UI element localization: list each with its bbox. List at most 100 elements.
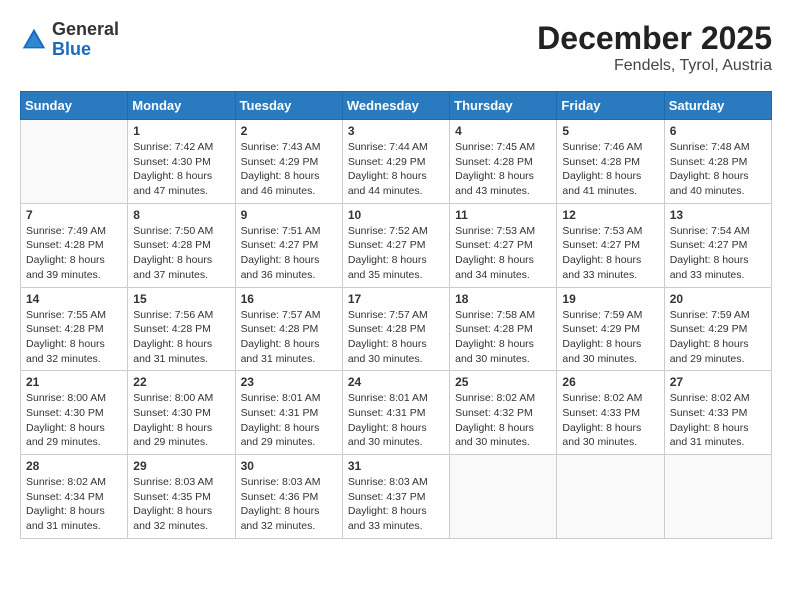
calendar-cell: 8Sunrise: 7:50 AMSunset: 4:28 PMDaylight… [128,203,235,287]
cell-info-line: and 41 minutes. [562,184,658,199]
calendar-cell: 19Sunrise: 7:59 AMSunset: 4:29 PMDayligh… [557,287,664,371]
cell-info-line: and 32 minutes. [241,519,337,534]
cell-info-line: Sunset: 4:34 PM [26,490,122,505]
logo-blue-text: Blue [52,40,119,60]
logo-general-text: General [52,20,119,40]
cell-info-line: Sunrise: 7:42 AM [133,140,229,155]
weekday-header: Friday [557,92,664,120]
weekday-header: Wednesday [342,92,449,120]
cell-info-line: Sunset: 4:29 PM [670,322,766,337]
day-number: 18 [455,292,551,306]
calendar-cell: 15Sunrise: 7:56 AMSunset: 4:28 PMDayligh… [128,287,235,371]
month-year: December 2025 [537,20,772,57]
day-number: 9 [241,208,337,222]
cell-info-line: Daylight: 8 hours [241,337,337,352]
cell-info-line: Daylight: 8 hours [455,169,551,184]
cell-info-line: and 30 minutes. [562,435,658,450]
calendar-cell: 17Sunrise: 7:57 AMSunset: 4:28 PMDayligh… [342,287,449,371]
cell-info-line: Daylight: 8 hours [26,421,122,436]
cell-info-line: and 47 minutes. [133,184,229,199]
cell-info-line: Sunset: 4:28 PM [26,322,122,337]
cell-info-line: Sunrise: 7:56 AM [133,308,229,323]
cell-info-line: Sunrise: 8:00 AM [133,391,229,406]
cell-info-line: and 33 minutes. [670,268,766,283]
cell-info-line: Daylight: 8 hours [26,253,122,268]
cell-info-line: Sunrise: 7:57 AM [348,308,444,323]
calendar-cell: 2Sunrise: 7:43 AMSunset: 4:29 PMDaylight… [235,120,342,204]
cell-info-line: and 30 minutes. [348,435,444,450]
cell-info-line: Sunrise: 7:59 AM [670,308,766,323]
cell-info-line: Daylight: 8 hours [670,169,766,184]
cell-info-line: Daylight: 8 hours [562,421,658,436]
cell-info-line: Sunset: 4:28 PM [133,238,229,253]
cell-info-line: Sunrise: 8:01 AM [241,391,337,406]
day-number: 20 [670,292,766,306]
cell-info-line: and 30 minutes. [348,352,444,367]
day-number: 19 [562,292,658,306]
cell-info-line: and 31 minutes. [26,519,122,534]
calendar-cell: 30Sunrise: 8:03 AMSunset: 4:36 PMDayligh… [235,455,342,539]
day-number: 3 [348,124,444,138]
cell-info-line: Daylight: 8 hours [562,169,658,184]
cell-info-line: Sunset: 4:28 PM [455,155,551,170]
cell-info-line: Sunrise: 7:51 AM [241,224,337,239]
calendar-cell: 18Sunrise: 7:58 AMSunset: 4:28 PMDayligh… [450,287,557,371]
day-number: 5 [562,124,658,138]
cell-info-line: and 29 minutes. [26,435,122,450]
day-number: 23 [241,375,337,389]
cell-info-line: Sunset: 4:28 PM [670,155,766,170]
cell-info-line: Sunset: 4:31 PM [241,406,337,421]
calendar-cell: 11Sunrise: 7:53 AMSunset: 4:27 PMDayligh… [450,203,557,287]
cell-info-line: Sunrise: 7:44 AM [348,140,444,155]
cell-info-line: and 39 minutes. [26,268,122,283]
cell-info-line: Daylight: 8 hours [670,253,766,268]
cell-info-line: Sunrise: 7:46 AM [562,140,658,155]
cell-info-line: Sunset: 4:29 PM [241,155,337,170]
cell-info-line: and 43 minutes. [455,184,551,199]
calendar-week-row: 28 Sunrise: 8:02 AMSunset: 4:34 PM Dayligh… [21,455,772,539]
cell-info-line: and 29 minutes. [241,435,337,450]
cell-info-line: Sunrise: 8:00 AM [26,391,122,406]
day-number: 24 [348,375,444,389]
cell-info-line: Sunrise: 7:58 AM [455,308,551,323]
cell-info-line: Sunset: 4:37 PM [348,490,444,505]
cell-info-line: Sunrise: 8:03 AM [241,475,337,490]
weekday-header: Monday [128,92,235,120]
cell-info-line: Sunrise: 8:02 AM [26,475,122,490]
cell-info-line: and 30 minutes. [455,352,551,367]
cell-info-line: Sunset: 4:27 PM [562,238,658,253]
cell-info-line: Sunset: 4:28 PM [241,322,337,337]
cell-info-line: and 30 minutes. [455,435,551,450]
cell-info-line: and 35 minutes. [348,268,444,283]
cell-info-line: Sunrise: 8:03 AM [348,475,444,490]
cell-info-line: Sunrise: 7:52 AM [348,224,444,239]
calendar-cell [664,455,771,539]
calendar-week-row: 1Sunrise: 7:42 AMSunset: 4:30 PMDaylight… [21,120,772,204]
calendar-week-row: 7Sunrise: 7:49 AMSunset: 4:28 PMDaylight… [21,203,772,287]
day-number: 17 [348,292,444,306]
calendar-cell: 1Sunrise: 7:42 AMSunset: 4:30 PMDaylight… [128,120,235,204]
calendar-cell [557,455,664,539]
cell-info-line: Daylight: 8 hours [133,421,229,436]
day-number: 28 [26,459,122,473]
cell-info-line: Daylight: 8 hours [26,337,122,352]
cell-info-line: Sunrise: 8:01 AM [348,391,444,406]
cell-info-line: Sunset: 4:27 PM [348,238,444,253]
day-number: 25 [455,375,551,389]
day-number: 6 [670,124,766,138]
calendar-cell: 26Sunrise: 8:02 AMSunset: 4:33 PMDayligh… [557,371,664,455]
cell-info-line: Daylight: 8 hours [241,504,337,519]
calendar-cell: 12Sunrise: 7:53 AMSunset: 4:27 PMDayligh… [557,203,664,287]
day-number: 10 [348,208,444,222]
cell-info-line: Sunset: 4:28 PM [26,238,122,253]
cell-info-line: Sunset: 4:33 PM [670,406,766,421]
cell-info-line: and 46 minutes. [241,184,337,199]
cell-info-line: and 33 minutes. [348,519,444,534]
cell-info-line: Daylight: 8 hours [241,169,337,184]
weekday-header: Thursday [450,92,557,120]
day-number: 30 [241,459,337,473]
calendar-cell: 31Sunrise: 8:03 AMSunset: 4:37 PMDayligh… [342,455,449,539]
cell-info-line: and 33 minutes. [562,268,658,283]
cell-info-line: Sunrise: 7:43 AM [241,140,337,155]
weekday-header: Saturday [664,92,771,120]
